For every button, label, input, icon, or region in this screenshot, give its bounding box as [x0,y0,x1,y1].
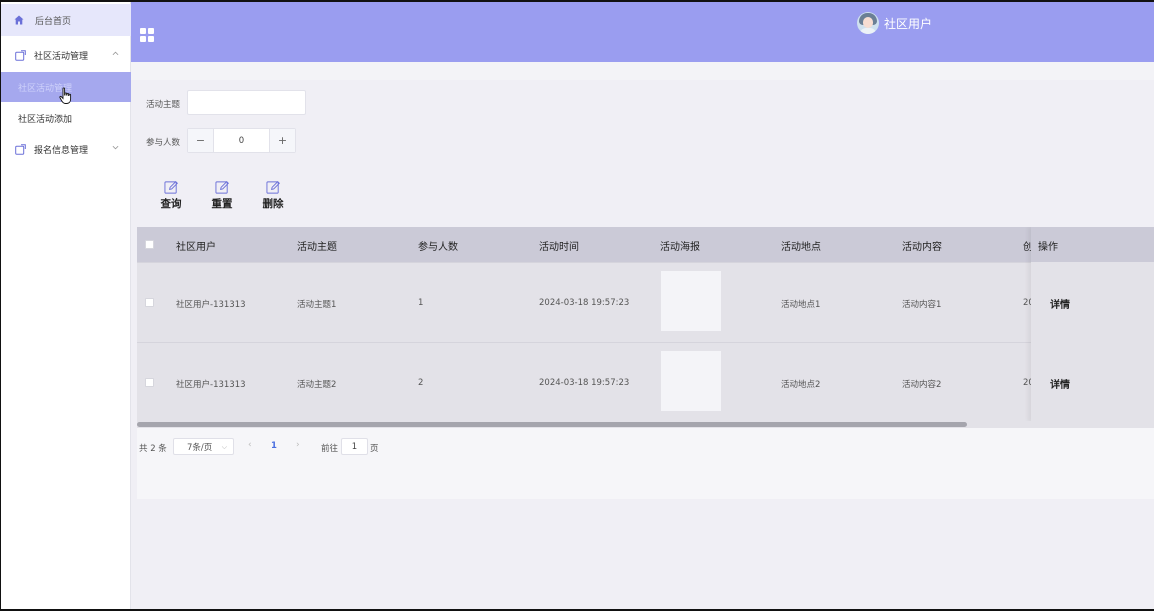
col-header-ops: 操作 [1038,242,1058,253]
edit-icon [265,181,280,194]
cell-count: 2 [418,378,424,388]
delete-label: 删除 [262,198,284,210]
topic-input[interactable] [187,90,306,115]
page-size-value: 7条/页 [187,442,213,453]
col-header: 活动时间 [539,242,579,253]
next-page-button[interactable]: › [296,440,300,450]
poster-image[interactable] [661,271,721,331]
table-row: 社区用户-131313 活动主题2 2 2024-03-18 19:57:23 … [137,342,1154,422]
query-button[interactable]: 查询 [156,180,186,211]
count-label: 参与人数 [146,138,181,148]
chevron-down-icon: ⌵ [221,443,227,451]
sidebar-item-activity-add[interactable]: 社区活动添加 [1,103,131,133]
table-row: 社区用户-131313 活动主题1 1 2024-03-18 19:57:23 … [137,262,1154,342]
page-size-select[interactable]: 7条/页 ⌵ [173,438,234,455]
reset-button[interactable]: 重置 [207,180,237,211]
count-value[interactable]: 0 [213,129,270,152]
external-link-icon [13,142,27,156]
sidebar-group-signup[interactable]: 报名信息管理 [1,133,131,165]
poster-image[interactable] [661,351,721,411]
chevron-up-icon [112,51,119,56]
data-table: 社区用户 活动主题 参与人数 活动时间 活动海报 活动地点 活动内容 创 社区用… [137,227,1154,427]
row-checkbox[interactable] [145,378,154,387]
edit-icon [214,181,229,194]
decrement-button[interactable]: − [188,129,213,152]
count-stepper: − 0 + [187,128,296,153]
operations-column: 操作 详情 详情 [1031,227,1154,422]
top-header: 社区用户 [131,2,1154,62]
pagination: 共 2 条 7条/页 ⌵ ‹ 1 › 前往 1 页 [137,428,1154,499]
sidebar-group-activity[interactable]: 社区活动管理 [1,39,131,71]
col-header: 活动内容 [902,242,942,253]
cell-place: 活动地点1 [781,300,821,310]
goto-page-input[interactable]: 1 [341,438,368,455]
horizontal-scrollbar[interactable] [137,422,967,427]
menu-grid-icon[interactable] [140,28,154,42]
topic-label: 活动主题 [146,100,181,110]
cell-user: 社区用户-131313 [176,380,246,390]
user-name: 社区用户 [884,16,933,31]
sidebar-item-home[interactable]: 后台首页 [1,4,131,36]
sidebar-group-label: 社区活动管理 [34,51,89,62]
col-header: 参与人数 [418,242,458,253]
sidebar-item-label: 社区活动添加 [18,114,73,125]
reset-label: 重置 [211,198,233,210]
page-suffix: 页 [370,444,379,454]
cell-user: 社区用户-131313 [176,300,246,310]
query-label: 查询 [160,198,182,210]
table-header: 社区用户 活动主题 参与人数 活动时间 活动海报 活动地点 活动内容 创 [137,227,1154,262]
cell-time: 2024-03-18 19:57:23 [539,378,630,388]
delete-button[interactable]: 删除 [258,180,288,211]
sidebar: 后台首页 社区活动管理 社区活动管理 社区活动添加 报名信息管理 [1,2,131,609]
col-header: 社区用户 [176,242,216,253]
increment-button[interactable]: + [270,129,295,152]
home-icon [12,13,26,27]
cell-count: 1 [418,298,424,308]
cell-topic: 活动主题2 [297,380,337,390]
col-header: 活动地点 [781,242,821,253]
select-all-checkbox[interactable] [145,240,154,249]
detail-button[interactable]: 详情 [1050,376,1070,391]
detail-button[interactable]: 详情 [1050,296,1070,311]
cell-time: 2024-03-18 19:57:23 [539,298,630,308]
total-count: 共 2 条 [139,444,167,454]
user-menu[interactable]: 社区用户 [857,12,932,34]
cell-place: 活动地点2 [781,380,821,390]
col-header: 活动海报 [660,242,700,253]
chevron-down-icon [112,145,119,150]
sidebar-group-label: 报名信息管理 [34,145,89,156]
goto-label: 前往 [321,444,339,454]
cell-topic: 活动主题1 [297,300,337,310]
row-checkbox[interactable] [145,298,154,307]
sidebar-item-label: 后台首页 [35,16,72,27]
external-link-icon [13,48,27,62]
prev-page-button[interactable]: ‹ [248,440,252,450]
app-frame: 后台首页 社区活动管理 社区活动管理 社区活动添加 报名信息管理 社区用户 活动… [0,0,1154,611]
ops-header-cell: 操作 [1031,227,1154,262]
avatar [857,12,879,34]
page-number-current[interactable]: 1 [271,441,277,451]
content-top-strip [131,62,1154,80]
edit-icon [163,181,178,194]
col-header: 活动主题 [297,242,337,253]
cell-content: 活动内容1 [902,300,942,310]
cell-content: 活动内容2 [902,380,942,390]
